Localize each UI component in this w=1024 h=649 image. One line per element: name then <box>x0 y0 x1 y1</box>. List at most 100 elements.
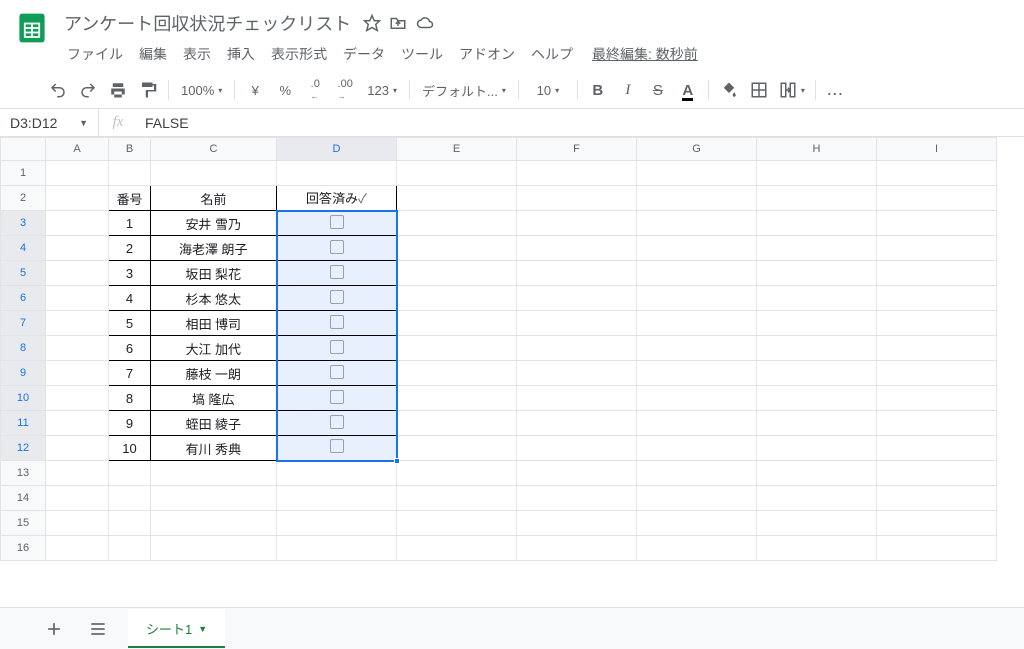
grid-corner[interactable] <box>1 138 46 161</box>
checkbox-icon[interactable] <box>330 240 344 254</box>
cell[interactable] <box>151 486 277 511</box>
cell[interactable] <box>46 161 109 186</box>
cell[interactable]: 塙 隆広 <box>151 386 277 411</box>
cell[interactable] <box>757 336 877 361</box>
checkbox-icon[interactable] <box>330 365 344 379</box>
borders-icon[interactable] <box>745 76 773 104</box>
cell[interactable]: 名前 <box>151 186 277 211</box>
row-header[interactable]: 12 <box>1 436 46 461</box>
cell[interactable] <box>397 411 517 436</box>
cell[interactable] <box>109 511 151 536</box>
cell[interactable] <box>397 486 517 511</box>
cell[interactable] <box>397 161 517 186</box>
cell[interactable] <box>46 411 109 436</box>
redo-icon[interactable] <box>74 76 102 104</box>
cell[interactable] <box>109 461 151 486</box>
formula-value[interactable]: FALSE <box>137 115 189 131</box>
row-header[interactable]: 16 <box>1 536 46 561</box>
cell[interactable] <box>397 186 517 211</box>
undo-icon[interactable] <box>44 76 72 104</box>
cell[interactable]: 坂田 梨花 <box>151 261 277 286</box>
cell[interactable] <box>277 261 397 286</box>
cell[interactable] <box>277 161 397 186</box>
row-header[interactable]: 1 <box>1 161 46 186</box>
cell[interactable] <box>397 336 517 361</box>
cell[interactable] <box>277 411 397 436</box>
cell[interactable] <box>877 361 997 386</box>
checkbox-icon[interactable] <box>330 215 344 229</box>
cell[interactable] <box>517 161 637 186</box>
cell[interactable]: 有川 秀典 <box>151 436 277 461</box>
cell[interactable] <box>757 511 877 536</box>
cell[interactable] <box>877 461 997 486</box>
cell[interactable] <box>397 236 517 261</box>
cell[interactable] <box>277 511 397 536</box>
cell[interactable] <box>877 336 997 361</box>
italic-button[interactable]: I <box>614 76 642 104</box>
checkbox-icon[interactable] <box>330 265 344 279</box>
cell[interactable] <box>757 161 877 186</box>
cell[interactable]: 相田 博司 <box>151 311 277 336</box>
row-header[interactable]: 7 <box>1 311 46 336</box>
cell[interactable] <box>637 486 757 511</box>
row-header[interactable]: 15 <box>1 511 46 536</box>
cell[interactable] <box>757 436 877 461</box>
doc-title[interactable]: アンケート回収状況チェックリスト <box>60 8 355 38</box>
row-header[interactable]: 6 <box>1 286 46 311</box>
currency-button[interactable]: ¥ <box>241 76 269 104</box>
cell[interactable] <box>877 386 997 411</box>
col-header[interactable]: E <box>397 138 517 161</box>
merge-icon[interactable] <box>775 76 809 104</box>
cell[interactable] <box>877 486 997 511</box>
cell[interactable]: 大江 加代 <box>151 336 277 361</box>
cell[interactable] <box>877 186 997 211</box>
number-format-select[interactable]: 123 <box>361 76 403 104</box>
last-edit[interactable]: 最終編集: 数秒前 <box>592 44 698 64</box>
dec-decimal-button[interactable]: .0← <box>301 76 329 104</box>
cell[interactable]: 10 <box>109 436 151 461</box>
cell[interactable] <box>46 361 109 386</box>
cell[interactable] <box>46 211 109 236</box>
cell[interactable] <box>637 211 757 236</box>
cell[interactable]: 8 <box>109 386 151 411</box>
cell[interactable] <box>46 236 109 261</box>
cell[interactable] <box>877 536 997 561</box>
text-color-button[interactable]: A <box>674 76 702 104</box>
cell[interactable]: 9 <box>109 411 151 436</box>
cell[interactable] <box>517 311 637 336</box>
cell[interactable] <box>151 161 277 186</box>
menu-insert[interactable]: 挿入 <box>220 40 262 68</box>
cell[interactable] <box>46 386 109 411</box>
col-header[interactable]: I <box>877 138 997 161</box>
col-header[interactable]: B <box>109 138 151 161</box>
col-header[interactable]: D <box>277 138 397 161</box>
cell[interactable] <box>757 386 877 411</box>
cell[interactable] <box>757 261 877 286</box>
cell[interactable] <box>757 211 877 236</box>
menu-help[interactable]: ヘルプ <box>524 40 580 68</box>
paint-format-icon[interactable] <box>134 76 162 104</box>
cell[interactable]: 7 <box>109 361 151 386</box>
menu-edit[interactable]: 編集 <box>132 40 174 68</box>
cell[interactable] <box>151 511 277 536</box>
cell[interactable] <box>277 336 397 361</box>
cell[interactable] <box>757 361 877 386</box>
cell[interactable] <box>277 436 397 461</box>
cell[interactable] <box>277 211 397 236</box>
menu-tools[interactable]: ツール <box>394 40 450 68</box>
row-header[interactable]: 5 <box>1 261 46 286</box>
cell[interactable] <box>277 286 397 311</box>
cell[interactable] <box>757 311 877 336</box>
cell[interactable] <box>877 211 997 236</box>
cell[interactable] <box>517 536 637 561</box>
cell[interactable] <box>517 386 637 411</box>
cell[interactable] <box>46 536 109 561</box>
menu-addons[interactable]: アドオン <box>452 40 522 68</box>
cell[interactable] <box>757 236 877 261</box>
row-header[interactable]: 10 <box>1 386 46 411</box>
cell[interactable] <box>877 161 997 186</box>
cell[interactable] <box>46 486 109 511</box>
cell[interactable] <box>757 461 877 486</box>
cell[interactable]: 番号 <box>109 186 151 211</box>
cell[interactable] <box>637 361 757 386</box>
